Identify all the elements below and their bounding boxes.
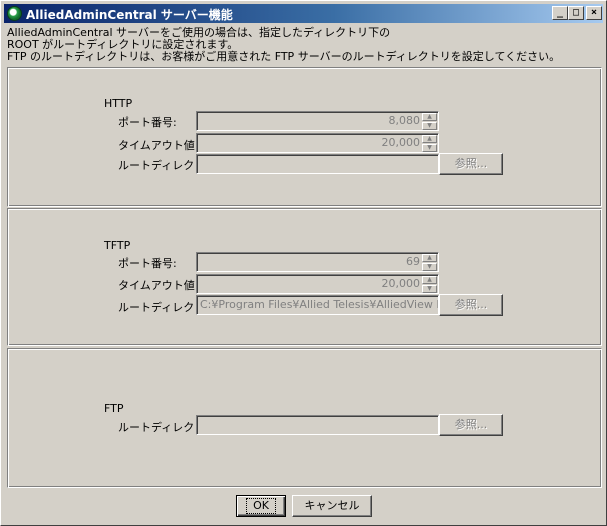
- http-heading: HTTP: [104, 97, 133, 110]
- spin-down-icon[interactable]: ▼: [422, 144, 437, 152]
- minimize-button[interactable]: _: [552, 6, 568, 20]
- http-root-field[interactable]: [196, 154, 439, 174]
- http-browse-button[interactable]: 参照...: [439, 153, 503, 175]
- http-timeout-label: タイムアウト値:: [118, 139, 199, 152]
- tftp-port-value: 69: [406, 255, 420, 268]
- tftp-root-field[interactable]: C:¥Program Files¥Allied Telesis¥AlliedVi…: [196, 295, 439, 315]
- title-bar[interactable]: AlliedAdminCentral サーバー機能 _ □ ×: [4, 4, 603, 23]
- tftp-port-spinner[interactable]: ▲ ▼: [422, 254, 437, 271]
- spin-down-icon[interactable]: ▼: [422, 263, 437, 271]
- spin-up-icon[interactable]: ▲: [422, 113, 437, 121]
- http-timeout-field[interactable]: 20,000 ▲ ▼: [196, 133, 439, 153]
- spin-down-icon[interactable]: ▼: [422, 285, 437, 293]
- http-timeout-spinner[interactable]: ▲ ▼: [422, 135, 437, 152]
- tftp-timeout-spinner[interactable]: ▲ ▼: [422, 276, 437, 293]
- ftp-browse-button[interactable]: 参照...: [439, 414, 503, 436]
- http-port-label: ポート番号:: [118, 116, 177, 129]
- window-title: AlliedAdminCentral サーバー機能: [26, 8, 233, 22]
- http-port-field[interactable]: 8,080 ▲ ▼: [196, 111, 439, 131]
- spin-up-icon[interactable]: ▲: [422, 276, 437, 284]
- http-timeout-value: 20,000: [381, 136, 421, 149]
- cancel-button[interactable]: キャンセル: [292, 495, 372, 517]
- tftp-heading: TFTP: [104, 239, 131, 252]
- ftp-group: FTP ルートディレクトリ: 参照...: [7, 348, 602, 488]
- spin-down-icon[interactable]: ▼: [422, 122, 437, 130]
- http-group: HTTP ポート番号: 8,080 ▲ ▼ タイムアウト値: 20,000 ▲ …: [7, 67, 602, 207]
- ftp-root-field[interactable]: [196, 415, 439, 435]
- close-button[interactable]: ×: [586, 6, 602, 20]
- tftp-timeout-label: タイムアウト値:: [118, 279, 199, 292]
- app-globe-icon: [7, 6, 22, 21]
- server-settings-dialog: AlliedAdminCentral サーバー機能 _ □ × AlliedAd…: [0, 0, 607, 526]
- ftp-heading: FTP: [104, 402, 124, 415]
- http-port-value: 8,080: [388, 114, 421, 127]
- tftp-port-label: ポート番号:: [118, 257, 177, 270]
- spin-up-icon[interactable]: ▲: [422, 135, 437, 143]
- tftp-timeout-field[interactable]: 20,000 ▲ ▼: [196, 274, 439, 294]
- tftp-port-field[interactable]: 69 ▲ ▼: [196, 252, 439, 272]
- ok-button[interactable]: OK: [236, 495, 286, 517]
- description-line-3: FTP のルートディレクトリは、お客様がご用意された FTP サーバーのルートデ…: [7, 50, 561, 63]
- spin-up-icon[interactable]: ▲: [422, 254, 437, 262]
- tftp-browse-button[interactable]: 参照...: [439, 294, 503, 316]
- tftp-timeout-value: 20,000: [381, 277, 421, 290]
- ok-label: OK: [246, 498, 276, 514]
- http-port-spinner[interactable]: ▲ ▼: [422, 113, 437, 130]
- description-text: AlliedAdminCentral サーバーをご使用の場合は、指定したディレク…: [7, 27, 560, 63]
- maximize-button[interactable]: □: [568, 6, 584, 20]
- tftp-group: TFTP ポート番号: 69 ▲ ▼ タイムアウト値: 20,000 ▲ ▼ ル…: [7, 208, 602, 346]
